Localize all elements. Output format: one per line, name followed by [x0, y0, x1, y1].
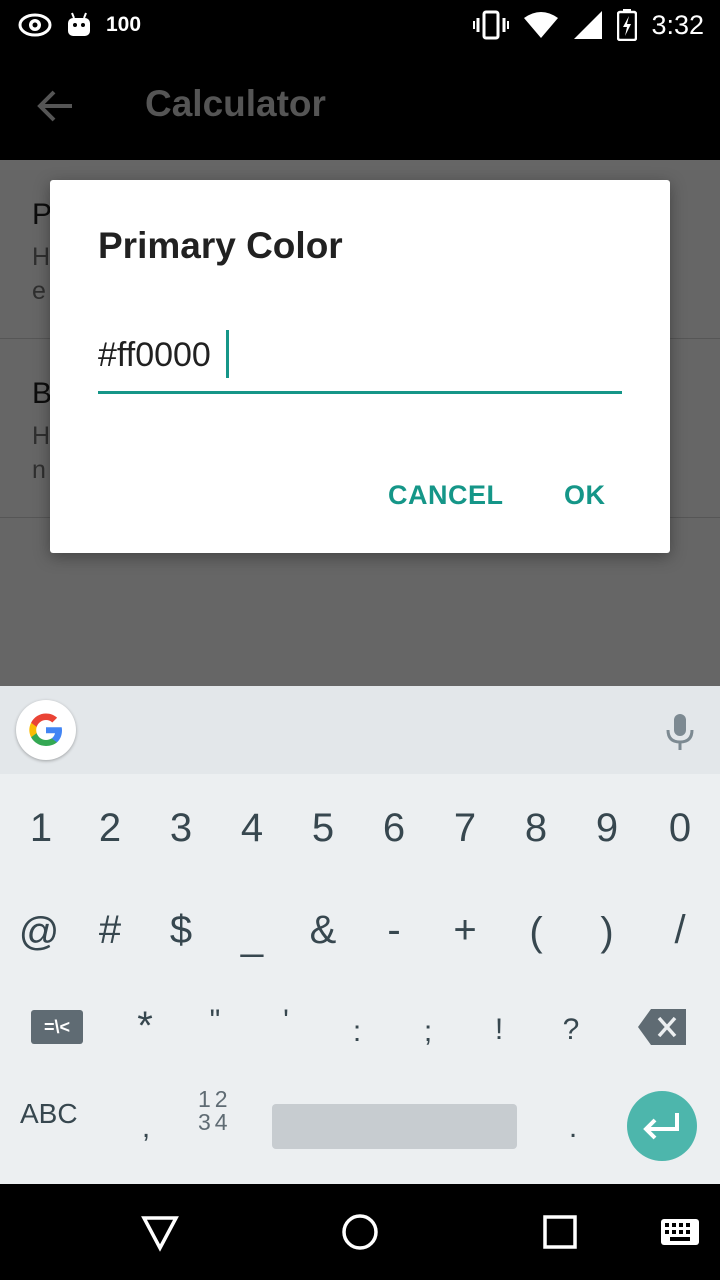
key-9[interactable]: 9: [572, 793, 642, 863]
suggestion-strip: [0, 686, 720, 774]
key-period[interactable]: .: [538, 1093, 608, 1163]
dialog-title: Primary Color: [98, 225, 343, 266]
key-semicolon[interactable]: ;: [393, 997, 463, 1067]
keyboard-switch-icon[interactable]: [660, 1218, 700, 1246]
text-cursor: [226, 330, 229, 378]
key-7[interactable]: 7: [430, 793, 500, 863]
space-bar[interactable]: [272, 1104, 517, 1149]
key-3[interactable]: 3: [146, 793, 216, 863]
key-underscore[interactable]: _: [217, 901, 287, 971]
key-hash[interactable]: #: [75, 895, 145, 965]
key-plus[interactable]: +: [430, 895, 500, 965]
eye-icon: [18, 13, 52, 37]
soft-keyboard: 1 2 3 4 5 6 7 8 9 0 @ # $ _ & - + ( ) / …: [0, 686, 720, 1184]
key-5[interactable]: 5: [288, 793, 358, 863]
primary-color-dialog: Primary Color CANCEL OK: [50, 180, 670, 553]
clock: 3:32: [651, 9, 704, 40]
google-search-button[interactable]: [16, 700, 76, 760]
key-minus[interactable]: -: [359, 895, 429, 965]
more-symbols-key[interactable]: =\<: [31, 1010, 83, 1044]
color-hex-input[interactable]: [98, 325, 622, 394]
key-dollar[interactable]: $: [146, 895, 216, 965]
key-open-paren[interactable]: (: [501, 897, 571, 967]
key-question[interactable]: ?: [536, 995, 606, 1065]
nav-recents-icon[interactable]: [542, 1214, 578, 1250]
battery-level-text: 100: [106, 13, 142, 36]
key-1[interactable]: 1: [6, 793, 76, 863]
microphone-icon[interactable]: [664, 712, 696, 752]
battery-charging-icon: [617, 9, 638, 41]
enter-key[interactable]: [627, 1091, 697, 1161]
android-icon: [68, 12, 90, 36]
key-asterisk[interactable]: *: [110, 991, 180, 1061]
ok-button[interactable]: OK: [564, 480, 606, 511]
key-exclamation[interactable]: !: [464, 995, 534, 1065]
wifi-icon: [524, 12, 559, 38]
key-single-quote[interactable]: ': [251, 986, 321, 1056]
key-colon[interactable]: :: [322, 997, 392, 1067]
toolbar-title: Calculator: [145, 83, 326, 124]
arrow-back-icon[interactable]: [34, 84, 78, 128]
abc-key[interactable]: ABC: [20, 1098, 78, 1130]
key-0[interactable]: 0: [645, 793, 715, 863]
key-ampersand[interactable]: &: [288, 895, 358, 965]
nav-back-icon[interactable]: [140, 1212, 180, 1252]
vibrate-icon: [473, 10, 510, 40]
status-bar: 100 3:32: [0, 0, 720, 50]
signal-icon: [574, 11, 603, 39]
key-4[interactable]: 4: [217, 793, 287, 863]
key-comma[interactable]: ,: [111, 1093, 181, 1163]
cancel-button[interactable]: CANCEL: [388, 480, 504, 511]
google-g-icon: [29, 713, 62, 746]
key-slash[interactable]: /: [645, 895, 715, 965]
navigation-bar: [0, 1184, 720, 1280]
enter-arrow-icon: [643, 1113, 679, 1140]
app-toolbar: Calculator: [0, 50, 720, 160]
key-close-paren[interactable]: ): [572, 897, 642, 967]
nav-home-icon[interactable]: [340, 1212, 380, 1252]
key-8[interactable]: 8: [501, 793, 571, 863]
backspace-icon[interactable]: [637, 1008, 687, 1046]
key-at[interactable]: @: [4, 897, 74, 967]
numeric-key[interactable]: 12 34: [198, 1088, 232, 1134]
key-double-quote[interactable]: ": [180, 986, 250, 1056]
key-2[interactable]: 2: [75, 793, 145, 863]
key-6[interactable]: 6: [359, 793, 429, 863]
